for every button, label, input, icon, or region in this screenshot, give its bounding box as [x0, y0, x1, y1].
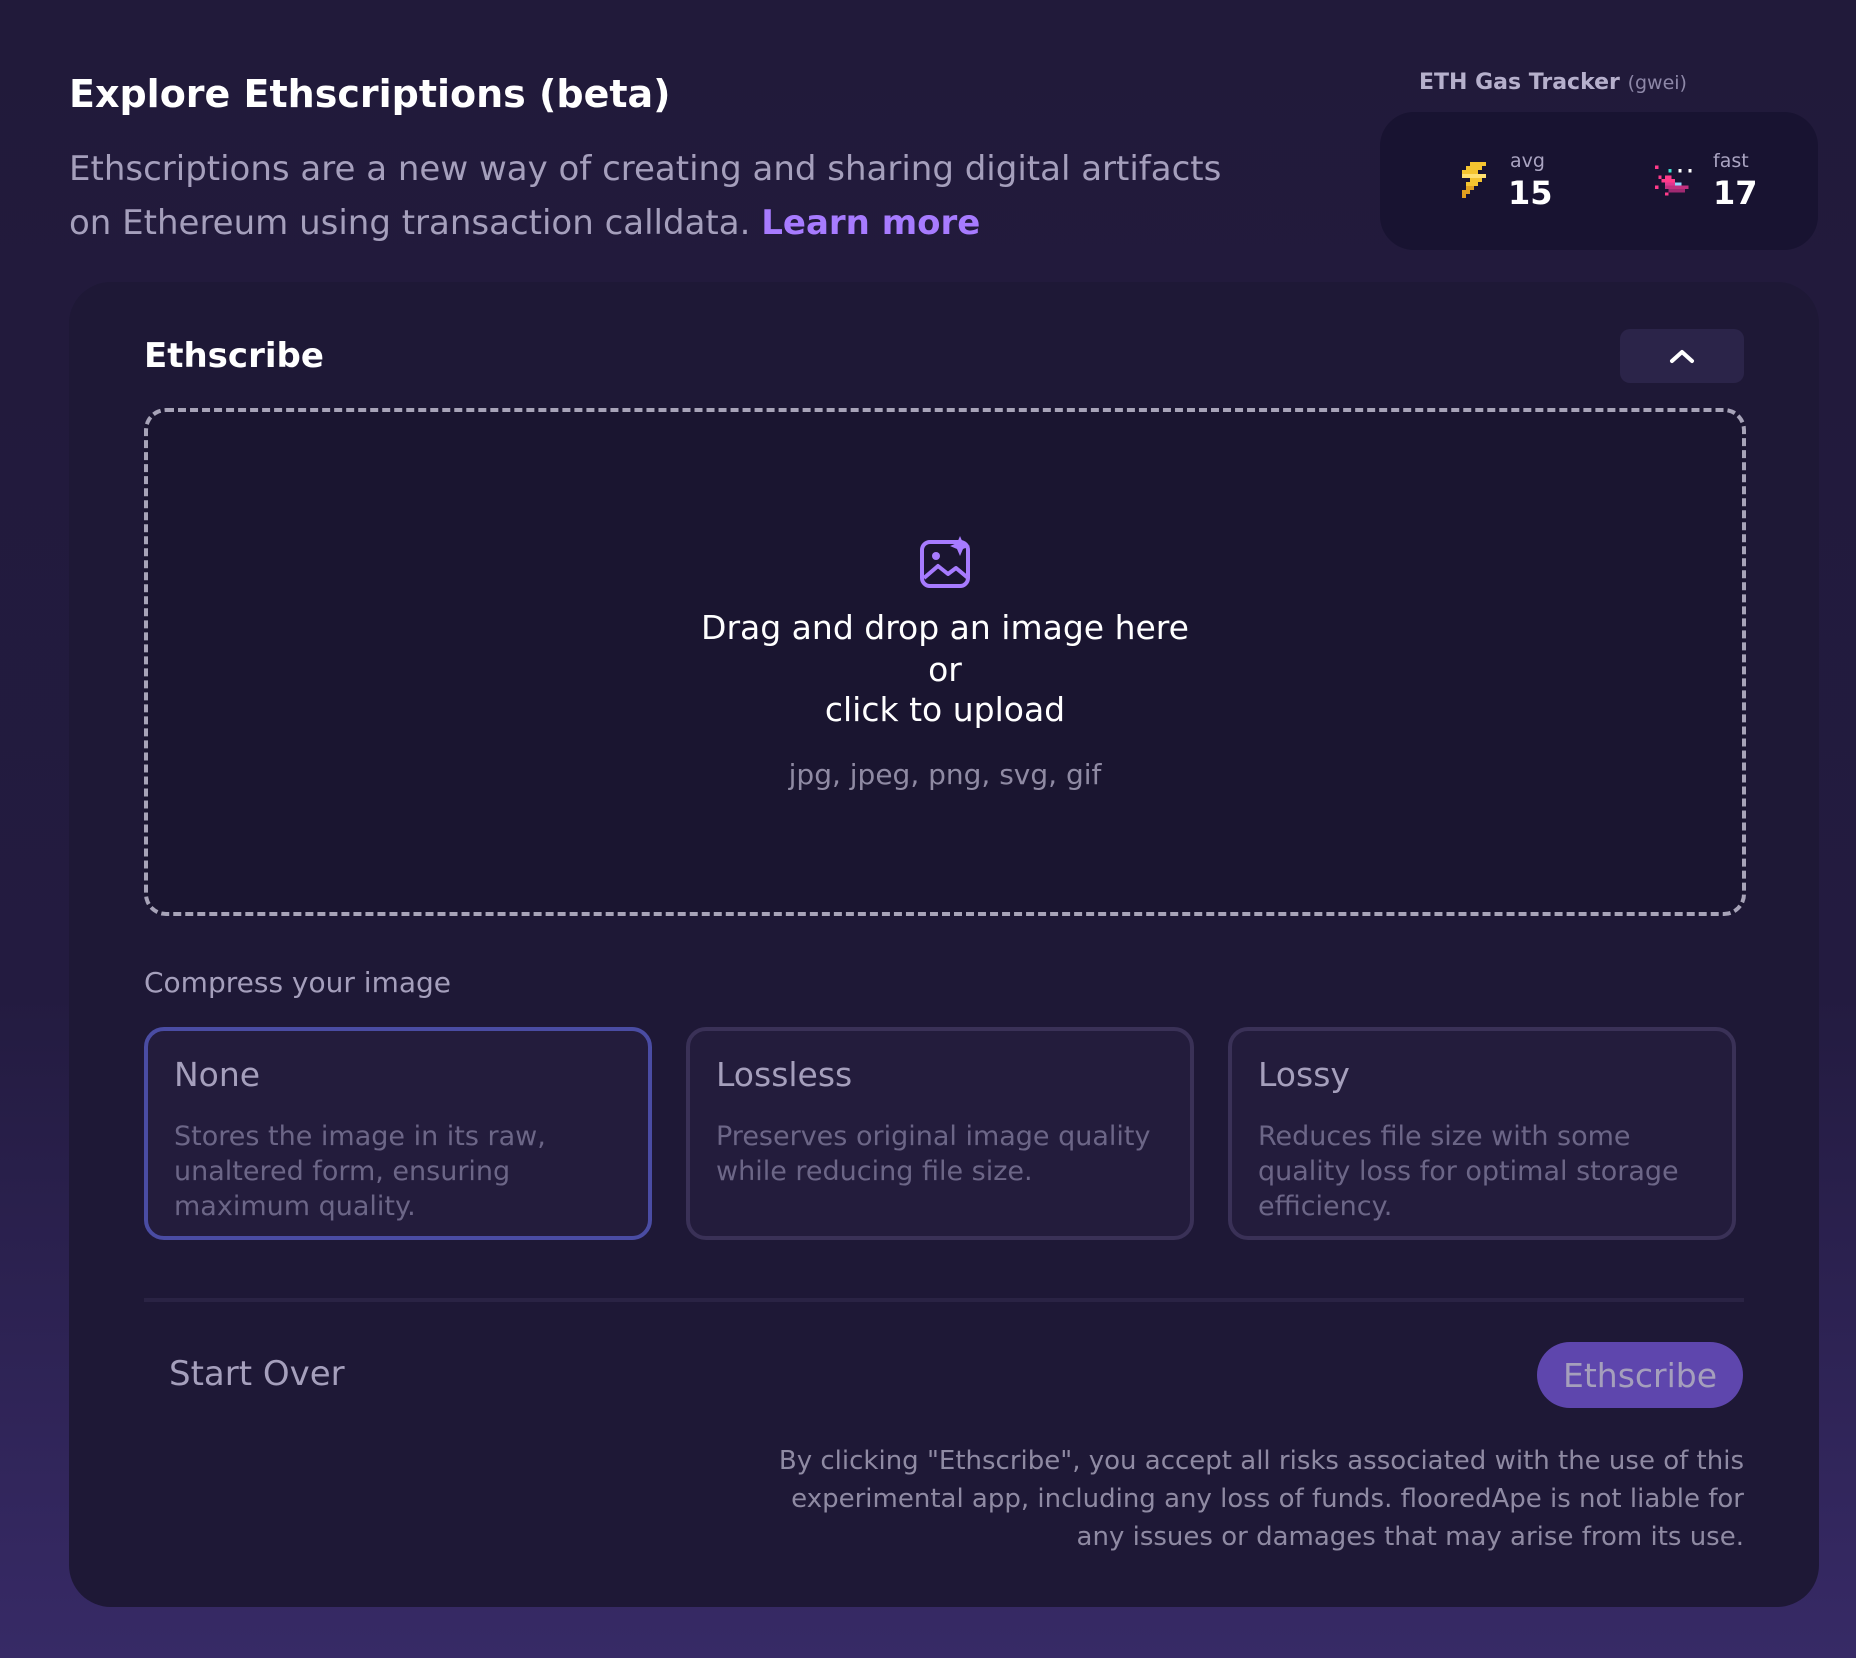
- gas-tracker: avg 15 fast 17: [1380, 112, 1818, 250]
- dropzone-formats: jpg, jpeg, png, svg, gif: [788, 758, 1102, 791]
- option-description: Stores the image in its raw, unaltered f…: [174, 1121, 546, 1222]
- learn-more-link[interactable]: Learn more: [761, 203, 980, 243]
- dropzone-text-line1: Drag and drop an image here: [701, 608, 1189, 647]
- lightning-icon: [1462, 162, 1486, 198]
- compress-option-none[interactable]: None Stores the image in its raw, unalte…: [144, 1027, 652, 1240]
- dropzone-text-line3: click to upload: [824, 690, 1066, 729]
- dropzone-text-or: or: [928, 650, 962, 689]
- divider: [144, 1298, 1744, 1302]
- disclaimer-text: By clicking "Ethscribe", you accept all …: [778, 1446, 1744, 1552]
- gas-fast-label: fast: [1713, 150, 1749, 172]
- gas-avg-value: 15: [1508, 174, 1553, 212]
- image-sparkle-icon: [920, 536, 970, 588]
- option-description: Preserves original image quality while r…: [716, 1121, 1151, 1187]
- ethscribe-card: Ethscribe Drag and drop an image here or…: [69, 282, 1819, 1607]
- card-title: Ethscribe: [144, 336, 324, 376]
- compress-option-lossless[interactable]: Lossless Preserves original image qualit…: [686, 1027, 1194, 1240]
- compress-label: Compress your image: [144, 966, 452, 999]
- page-title: Explore Ethscriptions (beta): [69, 72, 671, 116]
- collapse-button[interactable]: [1620, 329, 1744, 383]
- ethscribe-button[interactable]: Ethscribe: [1537, 1342, 1743, 1408]
- chevron-up-icon: [1670, 350, 1694, 363]
- start-over-button[interactable]: Start Over: [169, 1354, 345, 1394]
- gas-fast-value: 17: [1713, 174, 1758, 212]
- intro-description: Ethscriptions are a new way of creating …: [69, 149, 1222, 243]
- gas-tracker-title: ETH Gas Tracker (gwei): [1419, 70, 1687, 95]
- intro-text: Ethscriptions are a new way of creating …: [69, 142, 1269, 250]
- option-title: Lossy: [1258, 1055, 1350, 1094]
- compress-option-lossy[interactable]: Lossy Reduces file size with some qualit…: [1228, 1027, 1736, 1240]
- option-title: Lossless: [716, 1055, 853, 1094]
- gas-tracker-label: ETH Gas Tracker: [1419, 70, 1620, 95]
- gas-unit: (gwei): [1627, 72, 1687, 94]
- gas-avg-label: avg: [1510, 150, 1545, 172]
- image-dropzone[interactable]: Drag and drop an image here or click to …: [144, 408, 1746, 916]
- option-description: Reduces file size with some quality loss…: [1258, 1121, 1679, 1222]
- option-title: None: [174, 1055, 261, 1094]
- pixel-rocket-icon: [1655, 165, 1692, 196]
